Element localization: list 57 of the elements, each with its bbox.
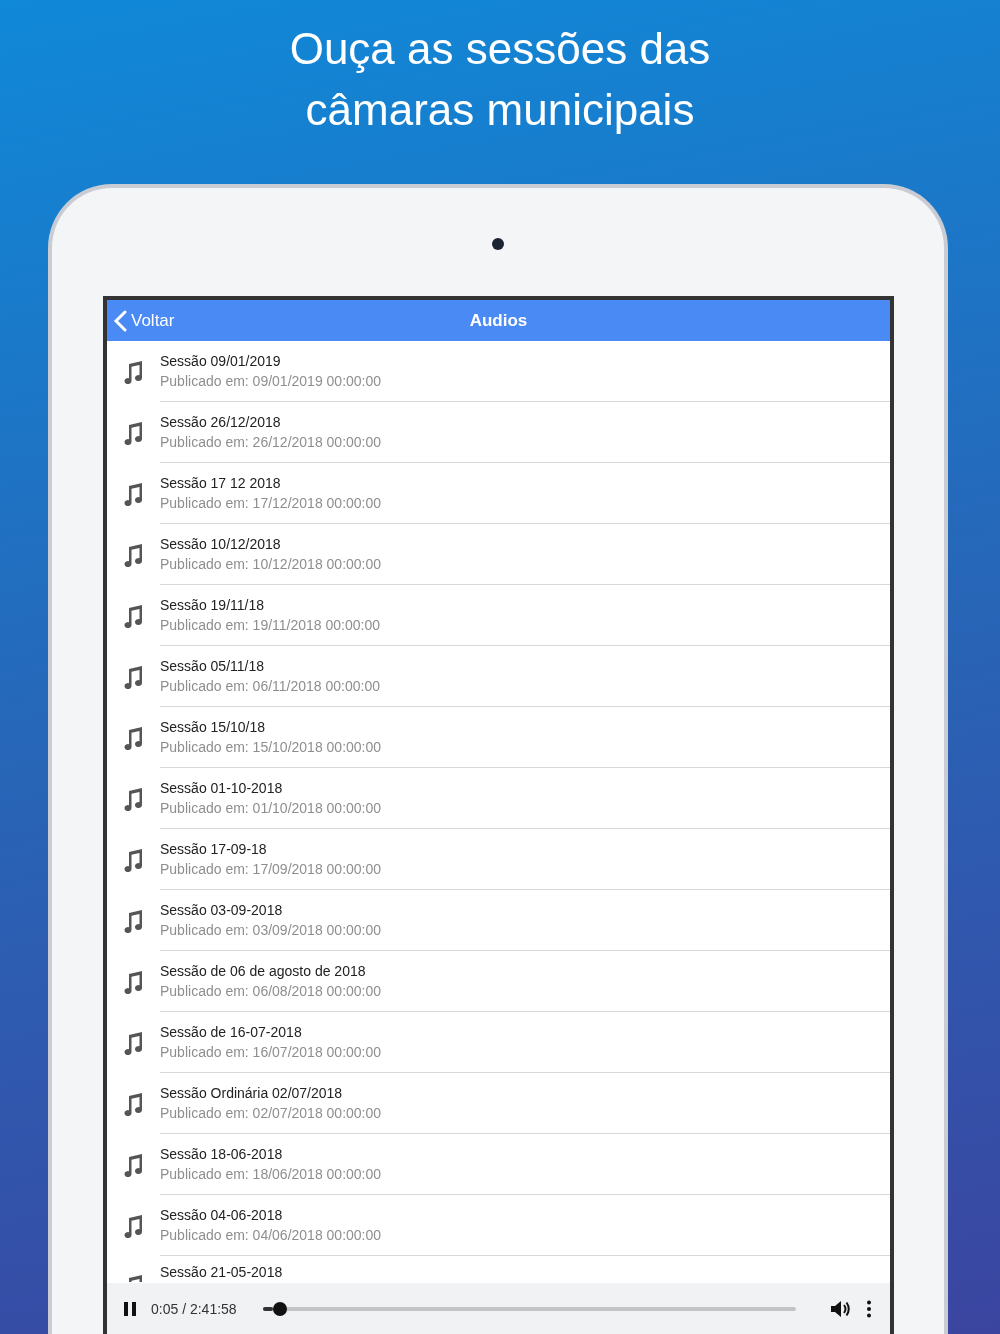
nav-title: Audios — [468, 310, 529, 331]
chevron-left-icon — [113, 309, 127, 332]
audio-list-item[interactable]: Sessão 01-10-2018 Publicado em: 01/10/2018 00:00:00 — [107, 768, 890, 829]
audio-list-item[interactable]: Sessão 26/12/2018 Publicado em: 26/12/2018 00:00:00 — [107, 402, 890, 463]
audio-list-item[interactable]: Sessão 15/10/18 Publicado em: 15/10/2018 00:00:00 — [107, 707, 890, 768]
audio-list-item[interactable]: Sessão 04-06-2018 Publicado em: 04/06/2018 00:00:00 — [107, 1195, 890, 1256]
item-subtitle: Publicado em: 04/06/2018 00:00:00 — [160, 1225, 383, 1245]
audio-list-item[interactable]: Sessão 17-09-18 Publicado em: 17/09/2018 00:00:00 — [107, 829, 890, 890]
item-title: Sessão 01-10-2018 — [160, 778, 284, 798]
item-subtitle: Publicado em: 01/10/2018 00:00:00 — [160, 798, 383, 818]
playback-time: 0:05 / 2:41:58 — [151, 1300, 237, 1317]
pause-icon[interactable] — [123, 1300, 137, 1317]
item-title: Sessão 18-06-2018 — [160, 1144, 284, 1164]
item-title: Sessão de 16-07-2018 — [160, 1022, 303, 1042]
item-subtitle: Publicado em: 03/09/2018 00:00:00 — [160, 920, 383, 940]
item-subtitle: Publicado em: 15/10/2018 00:00:00 — [160, 737, 383, 757]
audio-list-item[interactable]: Sessão 18-06-2018 Publicado em: 18/06/2018 00:00:00 — [107, 1134, 890, 1195]
camera-dot — [492, 238, 504, 250]
audio-list-item[interactable]: Sessão 05/11/18 Publicado em: 06/11/2018 00:00:00 — [107, 646, 890, 707]
headline: Ouça as sessões das câmaras municipais — [288, 23, 712, 136]
item-title: Sessão 19/11/18 — [160, 595, 266, 615]
more-icon[interactable] — [866, 1299, 872, 1318]
item-title: Sessão 03-09-2018 — [160, 900, 284, 920]
item-subtitle: Publicado em: 17/09/2018 00:00:00 — [160, 859, 383, 879]
item-title: Sessão 21-05-2018 — [160, 1263, 284, 1282]
item-title: Sessão 17 12 2018 — [160, 473, 282, 493]
audio-list-item[interactable]: Sessão Ordinária 02/07/2018 Publicado em: 02/07/2018 00:00:00 — [107, 1073, 890, 1134]
item-title: Sessão 10/12/2018 — [160, 534, 282, 554]
item-subtitle: Publicado em: 06/08/2018 00:00:00 — [160, 981, 383, 1001]
item-subtitle: Publicado em: 06/11/2018 00:00:00 — [160, 676, 382, 696]
item-subtitle: Publicado em: 19/11/2018 00:00:00 — [160, 615, 382, 635]
item-title: Sessão 04-06-2018 — [160, 1205, 284, 1225]
item-subtitle: Publicado em: 26/12/2018 00:00:00 — [160, 432, 383, 452]
item-subtitle: Publicado em: 09/01/2019 00:00:00 — [160, 371, 383, 391]
item-title: Sessão 09/01/2019 — [160, 351, 282, 371]
item-title: Sessão 05/11/18 — [160, 656, 266, 676]
item-title: Sessão Ordinária 02/07/2018 — [160, 1083, 344, 1103]
item-title: Sessão de 06 de agosto de 2018 — [160, 961, 367, 981]
audio-list-item[interactable]: Sessão 17 12 2018 Publicado em: 17/12/2018 00:00:00 — [107, 463, 890, 524]
progress-slider[interactable] — [262, 1301, 796, 1316]
item-subtitle: Publicado em: 17/12/2018 00:00:00 — [160, 493, 383, 513]
item-subtitle: Publicado em: 16/07/2018 00:00:00 — [160, 1042, 383, 1062]
audio-list-item[interactable]: Sessão 09/01/2019 Publicado em: 09/01/2019 00:00:00 — [107, 341, 890, 402]
item-subtitle: Publicado em: 02/07/2018 00:00:00 — [160, 1103, 383, 1123]
audio-list-item[interactable]: Sessão 21-05-2018 — [107, 1256, 890, 1282]
item-title: Sessão 26/12/2018 — [160, 412, 282, 432]
audio-list-item[interactable]: Sessão 10/12/2018 Publicado em: 10/12/2018 00:00:00 — [107, 524, 890, 585]
progress-thumb[interactable] — [273, 1301, 288, 1316]
audio-list-item[interactable]: Sessão de 06 de agosto de 2018 Publicado em: 06/08/2018 00:00:00 — [107, 951, 890, 1012]
item-subtitle: Publicado em: 18/06/2018 00:00:00 — [160, 1164, 383, 1184]
audio-list-item[interactable]: Sessão 19/11/18 Publicado em: 19/11/2018 00:00:00 — [107, 585, 890, 646]
audio-list-item[interactable]: Sessão 03-09-2018 Publicado em: 03/09/2018 00:00:00 — [107, 890, 890, 951]
volume-icon[interactable] — [830, 1298, 852, 1319]
item-title: Sessão 15/10/18 — [160, 717, 267, 737]
item-title: Sessão 17-09-18 — [160, 839, 268, 859]
item-subtitle: Publicado em: 10/12/2018 00:00:00 — [160, 554, 383, 574]
audio-list-item[interactable]: Sessão de 16-07-2018 Publicado em: 16/07/2018 00:00:00 — [107, 1012, 890, 1073]
